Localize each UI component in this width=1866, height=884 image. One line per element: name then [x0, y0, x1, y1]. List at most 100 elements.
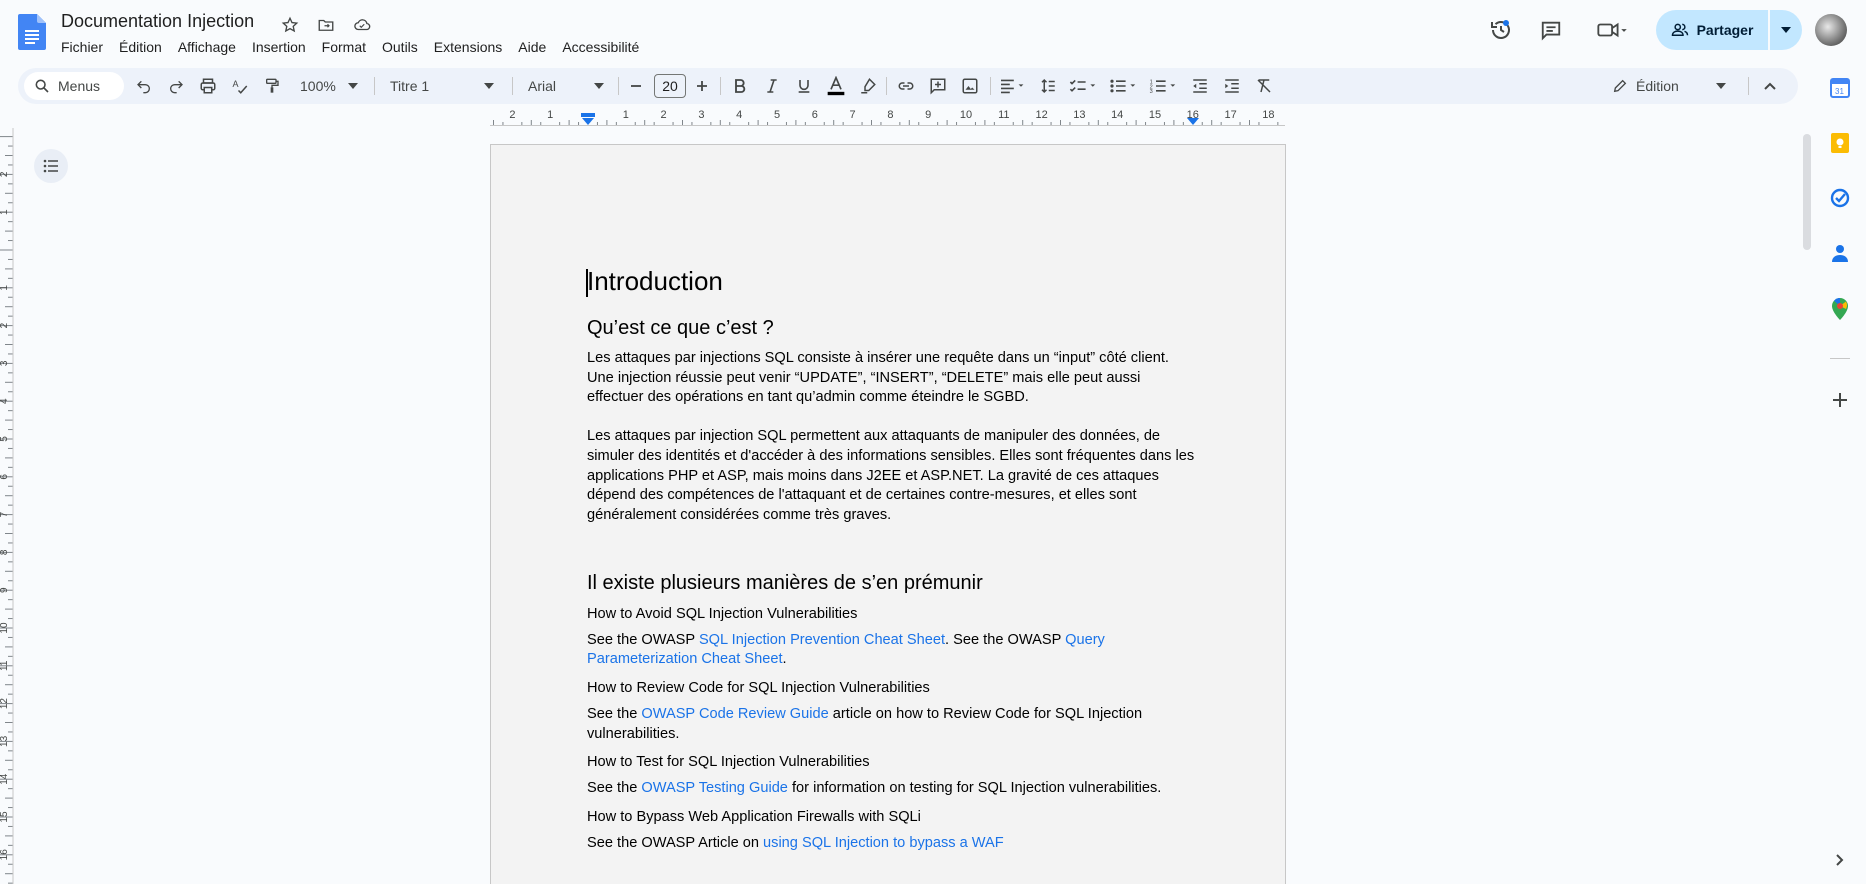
share-dropdown-button[interactable]	[1770, 10, 1802, 50]
right-indent-marker[interactable]	[1187, 118, 1199, 125]
menu-view[interactable]: Affichage	[170, 37, 244, 57]
menu-search-input[interactable]: Menus	[24, 72, 124, 100]
text-run: . See the OWASP	[945, 631, 1066, 648]
ruler-label: 17	[1224, 109, 1236, 121]
menu-help[interactable]: Aide	[510, 37, 554, 57]
align-icon[interactable]	[996, 68, 1030, 104]
meet-icon[interactable]	[1588, 10, 1638, 50]
ruler-label: 11	[998, 109, 1009, 121]
maps-icon[interactable]	[1828, 297, 1852, 321]
move-folder-icon[interactable]	[314, 13, 338, 37]
keep-icon[interactable]	[1828, 131, 1852, 155]
left-indent-marker[interactable]	[582, 118, 594, 125]
heading-what-is-it[interactable]: Qu’est ce que c’est ?	[587, 315, 1197, 341]
menu-bar: Fichier Édition Affichage Insertion Form…	[53, 37, 647, 57]
share-button[interactable]: Partager	[1656, 10, 1768, 50]
formatting-toolbar: Menus A 100% Titre 1 Arial 20 1 2 3 Édit…	[18, 68, 1798, 104]
text-color-icon[interactable]	[822, 68, 850, 104]
star-icon[interactable]	[278, 13, 302, 37]
font-select[interactable]: Arial	[520, 72, 612, 100]
style-select[interactable]: Titre 1	[382, 72, 504, 100]
expand-side-panel-icon[interactable]	[1828, 848, 1852, 872]
font-size-input[interactable]: 20	[654, 74, 686, 98]
docs-logo-icon[interactable]	[18, 14, 46, 50]
paragraph-bypass-waf[interactable]: See the OWASP Article on using SQL Injec…	[587, 834, 1197, 854]
vertical-ruler[interactable]: 211234567891011121314151617	[0, 128, 14, 884]
version-history-icon[interactable]	[1481, 10, 1521, 50]
paragraph-impact[interactable]: Les attaques par injection SQL permetten…	[587, 427, 1197, 526]
cloud-status-icon[interactable]	[350, 13, 374, 37]
ruler-baseline	[490, 125, 1285, 126]
zoom-select[interactable]: 100%	[294, 72, 366, 100]
ruler-label: 1	[0, 285, 10, 291]
ruler-label: 5	[0, 436, 10, 442]
numbered-list-icon[interactable]: 123	[1146, 68, 1182, 104]
document-body[interactable]: Introduction Qu’est ce que c’est ? Les a…	[586, 265, 1197, 854]
clear-formatting-icon[interactable]	[1250, 68, 1278, 104]
comments-icon[interactable]	[1531, 10, 1571, 50]
subheading-avoid[interactable]: How to Avoid SQL Injection Vulnerabiliti…	[587, 604, 1197, 624]
horizontal-ruler[interactable]: 2 1 1 2 3 4 5 6 7 8 9 10 11 12 13 14 15 16 17 18	[490, 109, 1285, 127]
document-page[interactable]: Introduction Qu’est ce que c’est ? Les a…	[490, 144, 1286, 884]
insert-image-icon[interactable]	[956, 68, 984, 104]
subheading-review[interactable]: How to Review Code for SQL Injection Vul…	[587, 678, 1197, 698]
decrease-font-size-icon[interactable]	[624, 68, 648, 104]
menu-tools[interactable]: Outils	[374, 37, 426, 57]
print-icon[interactable]	[194, 68, 222, 104]
add-comment-icon[interactable]	[924, 68, 952, 104]
decrease-indent-icon[interactable]	[1186, 68, 1214, 104]
increase-indent-icon[interactable]	[1218, 68, 1246, 104]
tasks-icon[interactable]	[1828, 186, 1852, 210]
undo-icon[interactable]	[130, 68, 158, 104]
bold-icon[interactable]	[726, 68, 754, 104]
ruler-label: 8	[0, 549, 10, 555]
insert-link-icon[interactable]	[892, 68, 920, 104]
collapse-menus-icon[interactable]	[1756, 68, 1784, 104]
heading-introduction[interactable]: Introduction	[586, 265, 1197, 297]
line-spacing-icon[interactable]	[1034, 68, 1062, 104]
menu-file[interactable]: Fichier	[53, 37, 111, 57]
bulleted-list-icon[interactable]	[1106, 68, 1142, 104]
toolbar-divider	[374, 77, 375, 95]
zoom-value: 100%	[300, 78, 336, 94]
highlight-icon[interactable]	[854, 68, 882, 104]
ruler-label: 4	[736, 109, 742, 121]
menu-edit[interactable]: Édition	[111, 37, 170, 57]
link-bypass-waf[interactable]: using SQL Injection to bypass a WAF	[763, 835, 1004, 851]
link-owasp-code-review-guide[interactable]: OWASP Code Review Guide	[641, 706, 828, 722]
ruler-label: 16	[0, 849, 10, 861]
paragraph-test[interactable]: See the OWASP Testing Guide for informat…	[587, 779, 1197, 799]
editing-mode-select[interactable]: Édition	[1604, 72, 1734, 100]
checklist-icon[interactable]	[1066, 68, 1102, 104]
paragraph-definition[interactable]: Les attaques par injections SQL consiste…	[587, 349, 1197, 408]
menu-insert[interactable]: Insertion	[244, 37, 314, 57]
document-title[interactable]: Documentation Injection	[61, 11, 254, 32]
add-addon-icon[interactable]	[1828, 388, 1852, 412]
toolbar-divider	[1748, 77, 1749, 95]
paragraph-review[interactable]: See the OWASP Code Review Guide article …	[587, 705, 1197, 744]
subheading-bypass-waf[interactable]: How to Bypass Web Application Firewalls …	[587, 807, 1197, 827]
heading-prevention[interactable]: Il existe plusieurs manières de s’en pré…	[587, 570, 1197, 596]
toolbar-divider	[720, 77, 721, 95]
spellcheck-icon[interactable]: A	[226, 68, 254, 104]
menu-format[interactable]: Format	[314, 37, 374, 57]
increase-font-size-icon[interactable]	[690, 68, 714, 104]
link-owasp-testing-guide[interactable]: OWASP Testing Guide	[641, 780, 788, 796]
redo-icon[interactable]	[162, 68, 190, 104]
toolbar-divider	[618, 77, 619, 95]
link-sqli-prevention-cheat-sheet[interactable]: SQL Injection Prevention Cheat Sheet	[699, 632, 945, 648]
account-avatar[interactable]	[1815, 14, 1847, 46]
menu-extensions[interactable]: Extensions	[426, 37, 510, 57]
document-outline-button[interactable]	[34, 149, 68, 183]
underline-icon[interactable]	[790, 68, 818, 104]
contacts-icon[interactable]	[1828, 241, 1852, 265]
paint-format-icon[interactable]	[258, 68, 286, 104]
calendar-icon[interactable]: 31	[1828, 76, 1852, 100]
italic-icon[interactable]	[758, 68, 786, 104]
scrollbar-thumb[interactable]	[1803, 134, 1811, 250]
menu-accessibility[interactable]: Accessibilité	[554, 37, 647, 57]
subheading-test[interactable]: How to Test for SQL Injection Vulnerabil…	[587, 752, 1197, 772]
toolbar-divider	[512, 77, 513, 95]
first-line-indent-marker[interactable]	[581, 113, 595, 117]
paragraph-avoid[interactable]: See the OWASP SQL Injection Prevention C…	[587, 631, 1197, 670]
